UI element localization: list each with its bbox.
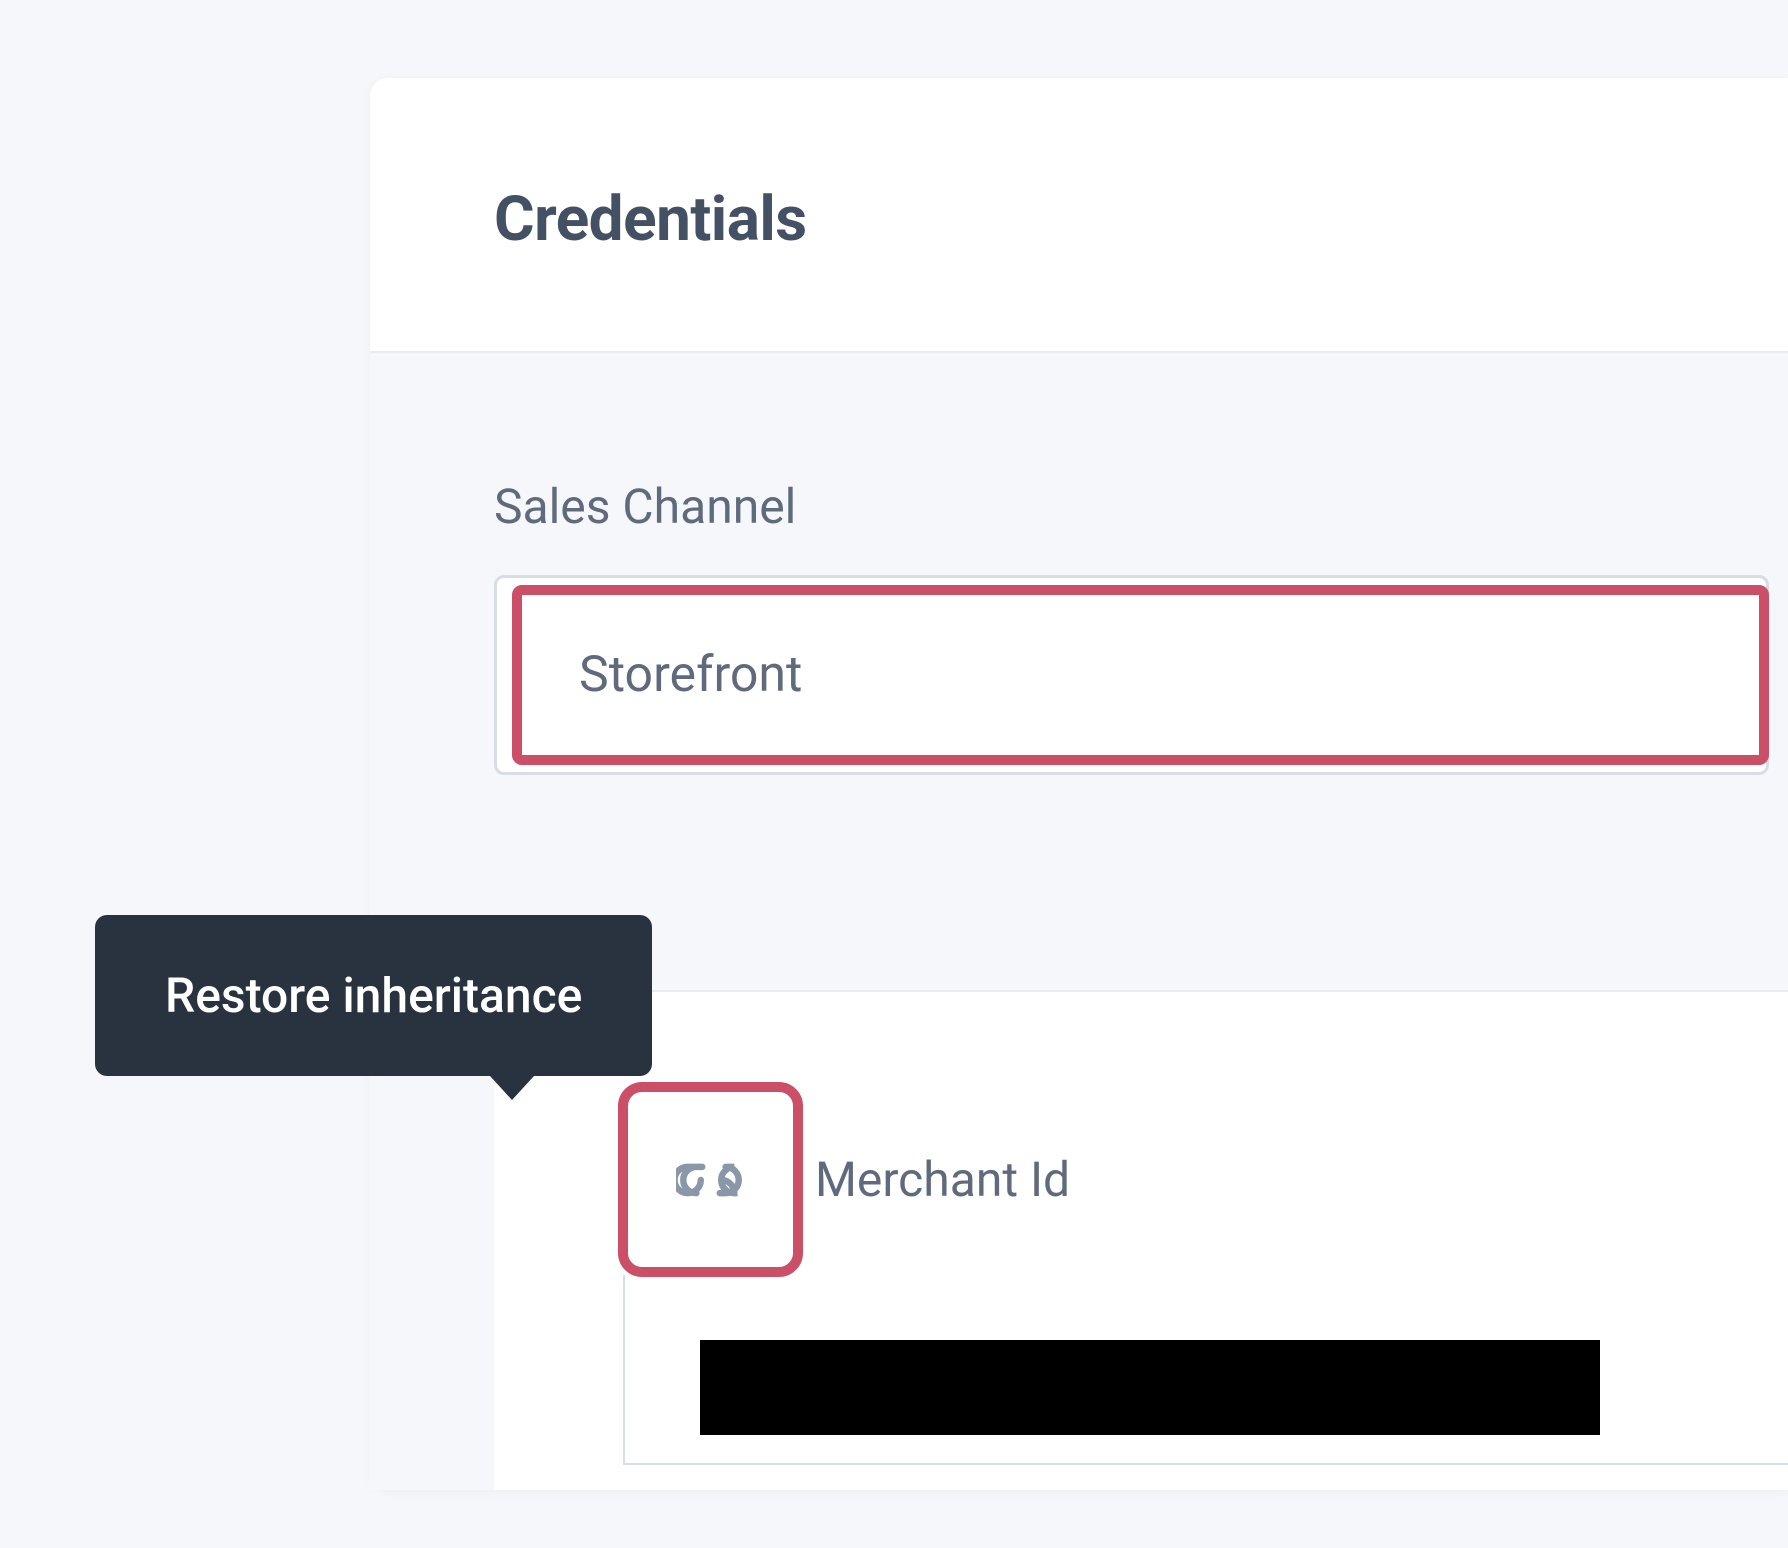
- unlink-icon: [676, 1154, 746, 1206]
- sales-channel-field-group: Sales Channel Storefront: [494, 478, 1788, 990]
- merchant-id-label-row: Merchant Id: [618, 1082, 1788, 1277]
- credentials-card: Credentials Sales Channel Storefront: [370, 78, 1788, 1490]
- sales-channel-value: Storefront: [579, 646, 802, 704]
- card-header: Credentials: [370, 78, 1788, 353]
- card-title: Credentials: [494, 183, 1788, 256]
- viewport: Credentials Sales Channel Storefront: [0, 0, 1788, 1548]
- restore-inheritance-tooltip: Restore inheritance: [95, 915, 652, 1076]
- sales-channel-label: Sales Channel: [494, 478, 1788, 535]
- merchant-id-section: Merchant Id: [494, 990, 1788, 1490]
- sales-channel-select[interactable]: Storefront: [494, 575, 1769, 775]
- merchant-id-field-wrap: [623, 1275, 1788, 1465]
- merchant-id-label: Merchant Id: [815, 1151, 1070, 1208]
- restore-inheritance-button[interactable]: [618, 1082, 803, 1277]
- tooltip-text: Restore inheritance: [165, 967, 582, 1024]
- merchant-id-value-redacted[interactable]: [700, 1340, 1600, 1435]
